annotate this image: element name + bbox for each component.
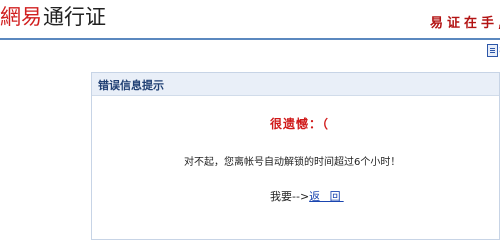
back-prefix: 我要--> <box>270 190 310 203</box>
back-row: 我要-->返 回 <box>270 188 344 204</box>
error-panel-header: 错误信息提示 <box>92 73 499 96</box>
logo-product-text: 通行证 <box>43 5 106 29</box>
error-panel-title: 错误信息提示 <box>98 79 164 92</box>
help-link[interactable]: 帮 <box>487 44 500 57</box>
back-link[interactable]: 返 回 <box>309 190 344 203</box>
logo-brand-text: 網易 <box>0 5 42 29</box>
header-divider <box>0 38 500 40</box>
document-icon <box>487 44 498 57</box>
error-message: 对不起，您离帐号自动解锁的时间超过6个小时！ <box>184 157 401 168</box>
error-heading: 很遗憾：（ <box>270 117 330 131</box>
header-slogan: 易证在手, <box>430 16 500 31</box>
error-panel: 错误信息提示 很遗憾：（ 对不起，您离帐号自动解锁的时间超过6个小时！ 我要--… <box>91 72 500 240</box>
